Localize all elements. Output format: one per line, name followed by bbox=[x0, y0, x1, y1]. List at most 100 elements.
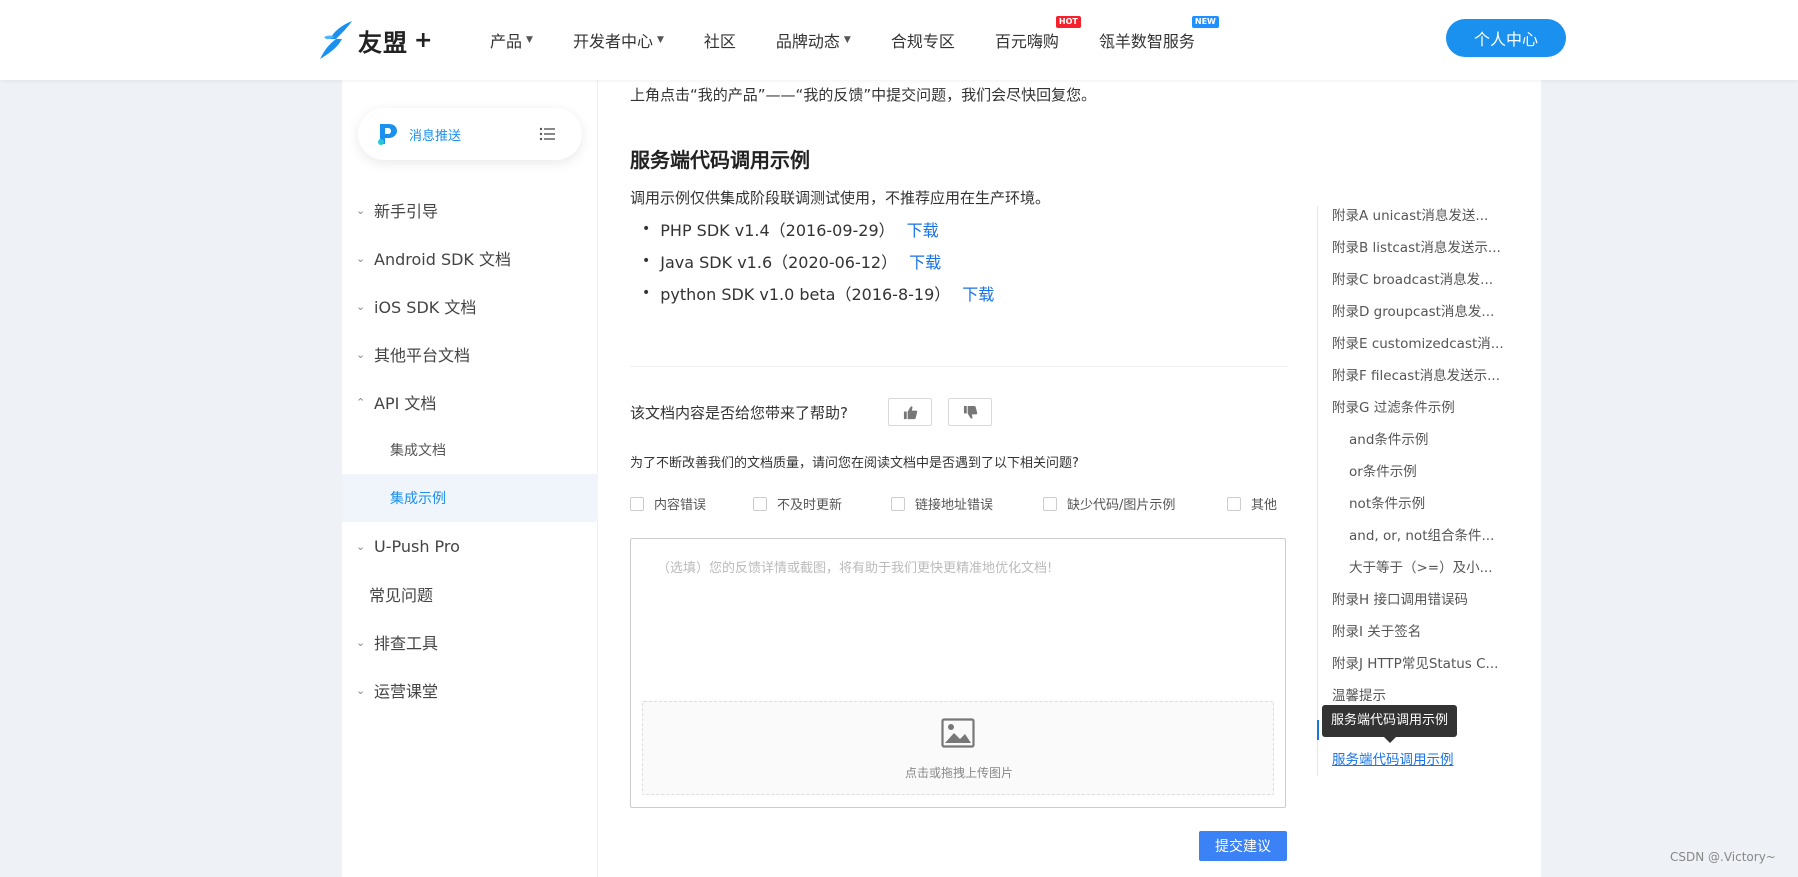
list-item: PHP SDK v1.4（2016-09-29） 下载 bbox=[642, 213, 994, 245]
toc-item[interactable]: 附录I 关于签名 bbox=[1332, 622, 1421, 642]
option-label: 内容错误 bbox=[654, 498, 707, 513]
issue-options: 内容错误 不及时更新 链接地址错误 缺少代码/图片示例 其他 bbox=[630, 494, 1290, 513]
caret-down-icon: ▼ bbox=[526, 35, 533, 45]
nav-hundred-yuan[interactable]: 百元嗨购 HOT bbox=[994, 16, 1081, 52]
section-description: 调用示例仅供集成阶段联调测试使用，不推荐应用在生产环境。 bbox=[630, 189, 1051, 207]
toc-item[interactable]: 附录C broadcast消息发... bbox=[1332, 270, 1493, 290]
product-selector[interactable]: 消息推送 bbox=[358, 108, 582, 160]
nav-label: 开发者中心 bbox=[572, 32, 653, 51]
csdn-watermark: CSDN @.Victory~ bbox=[1670, 850, 1776, 864]
doc-content: 上角点击“我的产品”——“我的反馈”中提交问题，我们会尽快回复您。 服务端代码调… bbox=[630, 80, 1290, 877]
sidebar-item-integration-docs[interactable]: 集成文档 bbox=[342, 426, 598, 474]
nav-compliance[interactable]: 合规专区 bbox=[891, 28, 955, 52]
download-link[interactable]: 下载 bbox=[962, 281, 994, 305]
toc-item[interactable]: 附录A unicast消息发送... bbox=[1332, 206, 1488, 226]
download-link[interactable]: 下载 bbox=[909, 249, 941, 273]
option-missing-examples[interactable]: 缺少代码/图片示例 bbox=[1043, 494, 1175, 513]
nav-label: 社区 bbox=[703, 32, 736, 51]
push-logo-icon bbox=[378, 124, 397, 145]
checkbox[interactable] bbox=[1043, 496, 1057, 511]
nav-brand-news[interactable]: 品牌动态 ▼ bbox=[776, 28, 851, 52]
toc-item-active[interactable]: 服务端代码调用示例 bbox=[1332, 750, 1454, 770]
upload-label: 点击或拖拽上传图片 bbox=[904, 766, 1013, 780]
toc-item[interactable]: 附录D groupcast消息发... bbox=[1332, 302, 1494, 322]
checkbox[interactable] bbox=[1227, 496, 1241, 511]
caret-down-icon: ▼ bbox=[656, 35, 664, 45]
checkbox[interactable] bbox=[753, 496, 767, 511]
submit-suggestion-button[interactable]: 提交建议 bbox=[1199, 831, 1287, 861]
intro-text: 上角点击“我的产品”——“我的反馈”中提交问题，我们会尽快回复您。 bbox=[630, 86, 1097, 104]
top-header: 友盟 + 产品 ▼ 开发者中心 ▼ 社区 品牌动态 ▼ 合规专区 百元嗨购 HO… bbox=[0, 0, 1798, 80]
feedback-textarea[interactable]: （选填）您的反馈详情或截图，将有助于我们更快更精准地优化文档! 点击或拖拽上传图… bbox=[630, 538, 1286, 808]
thumbs-up-button[interactable] bbox=[888, 398, 932, 426]
toc-item[interactable]: or条件示例 bbox=[1349, 462, 1417, 482]
sidebar-item-getting-started[interactable]: ⌄ 新手引导 bbox=[342, 186, 598, 234]
toc-item[interactable]: 附录J HTTP常见Status C... bbox=[1332, 654, 1498, 674]
option-label: 不及时更新 bbox=[777, 498, 843, 513]
chevron-down-icon: ⌄ bbox=[356, 683, 366, 697]
sidebar-item-label: 常见问题 bbox=[369, 586, 434, 605]
sidebar-item-api-docs[interactable]: ⌃ API 文档 bbox=[342, 378, 598, 426]
sdk-name: Java SDK v1.6（2020-06-12） bbox=[660, 253, 898, 272]
left-sidebar: 消息推送 ⌄ 新手引导 ⌄ Android SDK 文档 ⌄ iOS SDK 文… bbox=[342, 80, 598, 877]
toc-active-marker bbox=[1317, 720, 1319, 740]
sidebar-item-upush-pro[interactable]: ⌄ U-Push Pro bbox=[342, 522, 598, 570]
option-other[interactable]: 其他 bbox=[1227, 494, 1277, 513]
toc-item[interactable]: 大于等于（>=）及小... bbox=[1349, 558, 1493, 578]
toc-item[interactable]: and条件示例 bbox=[1349, 430, 1428, 450]
hot-badge: HOT bbox=[1055, 16, 1081, 28]
toc-item[interactable]: 附录F filecast消息发送示... bbox=[1332, 366, 1500, 386]
toc-item[interactable]: 附录G 过滤条件示例 bbox=[1332, 398, 1455, 418]
umeng-logo[interactable]: 友盟 + bbox=[318, 18, 432, 62]
nav-products[interactable]: 产品 ▼ bbox=[490, 28, 533, 52]
toc-item[interactable]: not条件示例 bbox=[1349, 494, 1425, 514]
main-container: 消息推送 ⌄ 新手引导 ⌄ Android SDK 文档 ⌄ iOS SDK 文… bbox=[342, 80, 1541, 877]
nav-label: 产品 bbox=[490, 32, 523, 51]
option-not-updated[interactable]: 不及时更新 bbox=[753, 494, 842, 513]
checkbox[interactable] bbox=[891, 496, 905, 511]
sidebar-item-operations-class[interactable]: ⌄ 运营课堂 bbox=[342, 666, 598, 714]
toc-item[interactable]: 附录E customizedcast消... bbox=[1332, 334, 1504, 354]
nav-community[interactable]: 社区 bbox=[704, 28, 736, 52]
sidebar-item-ios-sdk[interactable]: ⌄ iOS SDK 文档 bbox=[342, 282, 598, 330]
sidebar-item-label: Android SDK 文档 bbox=[374, 250, 512, 269]
download-link[interactable]: 下载 bbox=[907, 217, 939, 241]
checkbox[interactable] bbox=[630, 496, 644, 511]
list-item: Java SDK v1.6（2020-06-12） 下载 bbox=[642, 245, 994, 277]
personal-center-button[interactable]: 个人中心 bbox=[1446, 19, 1566, 57]
new-badge: NEW bbox=[1191, 16, 1219, 28]
toc-item[interactable]: 温馨提示 bbox=[1332, 686, 1386, 706]
sidebar-item-android-sdk[interactable]: ⌄ Android SDK 文档 bbox=[342, 234, 598, 282]
sidebar-item-troubleshooting[interactable]: ⌄ 排查工具 bbox=[342, 618, 598, 666]
sdk-name: python SDK v1.0 beta（2016-8-19） bbox=[660, 285, 951, 304]
nav-label: 百元嗨购 bbox=[994, 32, 1059, 51]
sidebar-item-label: 集成文档 bbox=[390, 443, 446, 459]
option-label: 缺少代码/图片示例 bbox=[1067, 498, 1176, 513]
sidebar-item-integration-examples[interactable]: 集成示例 bbox=[342, 474, 598, 522]
option-link-error[interactable]: 链接地址错误 bbox=[891, 494, 993, 513]
image-upload-zone[interactable]: 点击或拖拽上传图片 bbox=[642, 701, 1274, 795]
chevron-down-icon: ⌄ bbox=[356, 539, 366, 553]
sidebar-item-other-platforms[interactable]: ⌄ 其他平台文档 bbox=[342, 330, 598, 378]
sidebar-item-faq[interactable]: 常见问题 bbox=[342, 570, 598, 618]
toc-tooltip: 服务端代码调用示例 bbox=[1322, 705, 1458, 743]
main-nav: 产品 ▼ 开发者中心 ▼ 社区 品牌动态 ▼ 合规专区 百元嗨购 HOT 瓴羊数… bbox=[490, 0, 1235, 80]
toc-item[interactable]: and, or, not组合条件... bbox=[1349, 526, 1494, 546]
sidebar-item-label: 排查工具 bbox=[374, 634, 439, 653]
list-item: python SDK v1.0 beta（2016-8-19） 下载 bbox=[642, 277, 994, 309]
image-icon bbox=[941, 718, 975, 748]
chevron-down-icon: ⌄ bbox=[356, 203, 366, 217]
toc-item[interactable]: 附录H 接口调用错误码 bbox=[1332, 590, 1468, 610]
list-icon[interactable] bbox=[538, 124, 558, 144]
option-label: 其他 bbox=[1251, 498, 1278, 513]
nav-developer-center[interactable]: 开发者中心 ▼ bbox=[573, 28, 664, 52]
thumbs-down-button[interactable] bbox=[948, 398, 992, 426]
sidebar-item-label: U-Push Pro bbox=[374, 536, 460, 556]
table-of-contents: 附录A unicast消息发送... 附录B listcast消息发送示... … bbox=[1317, 206, 1527, 776]
nav-lingyang[interactable]: 瓴羊数智服务 NEW bbox=[1099, 16, 1219, 52]
toc-item[interactable]: 附录B listcast消息发送示... bbox=[1332, 238, 1501, 258]
chevron-down-icon: ⌄ bbox=[356, 347, 366, 361]
sidebar-item-label: 集成示例 bbox=[390, 491, 446, 507]
option-content-error[interactable]: 内容错误 bbox=[630, 494, 706, 513]
chevron-down-icon: ⌄ bbox=[356, 251, 366, 265]
